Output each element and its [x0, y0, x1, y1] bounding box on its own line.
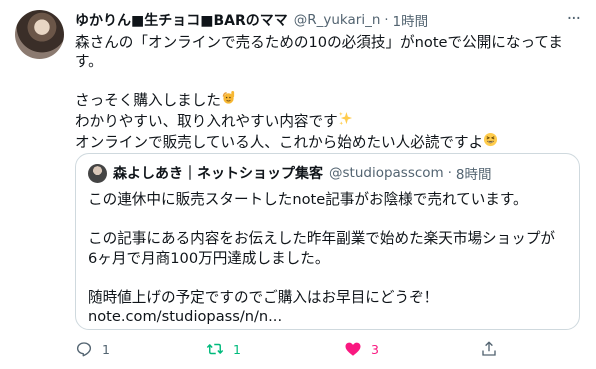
quoted-tweet[interactable]: 森よしあき｜ネットショップ集客 @studiopasscom · 8時間 この連… [75, 153, 580, 330]
retweet-button[interactable]: 1 [206, 340, 241, 358]
tweet-time[interactable]: 1時間 [393, 10, 429, 30]
retweet-icon [206, 343, 224, 355]
tweet-line: さっそく購入しました [75, 90, 585, 111]
separator-dot: · [384, 12, 389, 28]
author-avatar[interactable] [15, 10, 64, 59]
tweet-line: わかりやすい、取り入れやすい内容です [75, 111, 585, 132]
more-options-icon[interactable]: ··· [567, 9, 581, 29]
share-button[interactable] [480, 340, 498, 358]
tweet-actions: 1 1 3 [75, 340, 505, 364]
quoted-tweet-text: この連休中に販売スタートしたnote記事がお陰様で売れています。 この記事にある… [88, 190, 573, 327]
quoted-tweet-time: 8時間 [455, 167, 492, 183]
quoted-line: 随時値上げの予定ですのでご購入はお早目にどうぞ！ [88, 288, 439, 306]
sparkles-emoji-icon [338, 111, 353, 132]
quoted-author-avatar [88, 164, 107, 183]
quoted-tweet-header: 森よしあき｜ネットショップ集客 @studiopasscom · 8時間 [113, 163, 491, 183]
heart-icon [345, 342, 361, 356]
grinning-squint-emoji-icon [483, 132, 498, 153]
tweet-line: オンラインで販売している人、これから始めたい人必読ですよ [75, 132, 585, 153]
tweet-header: ゆかりん■生チョコ■BARのママ @R_yukari_n · 1時間 [75, 10, 576, 30]
quoted-author-handle: @studiopasscom [329, 165, 444, 181]
quoted-author-name: 森よしあき｜ネットショップ集客 [113, 166, 323, 182]
tweet-line-text: さっそく購入しました [75, 92, 221, 109]
author-name[interactable]: ゆかりん■生チョコ■BARのママ [75, 10, 288, 30]
quoted-line: この連休中に販売スタートしたnote記事がお陰様で売れています。 [88, 191, 528, 208]
like-count: 3 [371, 341, 379, 357]
like-button[interactable]: 3 [344, 340, 379, 358]
tweet-text: 森さんの「オンラインで売るための10の必須技」がnoteで公開になってま す。 … [75, 33, 585, 153]
tweet-line: す。 [75, 53, 103, 70]
quoted-line: 6ヶ月で月商100万円達成しました。 [88, 249, 330, 267]
reply-button[interactable]: 1 [75, 340, 110, 358]
separator-dot: · [447, 165, 452, 181]
raising-hand-emoji-icon [221, 90, 236, 111]
reply-icon [76, 342, 92, 357]
tweet-line: 森さんの「オンラインで売るための10の必須技」がnoteで公開になってま [75, 34, 563, 51]
tweet[interactable]: ゆかりん■生チョコ■BARのママ @R_yukari_n · 1時間 ··· 森… [0, 0, 596, 369]
author-handle[interactable]: @R_yukari_n [294, 12, 381, 28]
retweet-count: 1 [233, 341, 241, 357]
tweet-line-text: わかりやすい、取り入れやすい内容です [75, 113, 338, 130]
quoted-line: この記事にある内容をお伝えした昨年副業で始めた楽天市場ショップが [88, 230, 556, 247]
quoted-link: note.com/studiopass/n/n... [88, 308, 283, 325]
reply-count: 1 [102, 341, 110, 357]
tweet-line-text: オンラインで販売している人、これから始めたい人必読ですよ [75, 134, 484, 151]
share-icon [482, 341, 496, 356]
